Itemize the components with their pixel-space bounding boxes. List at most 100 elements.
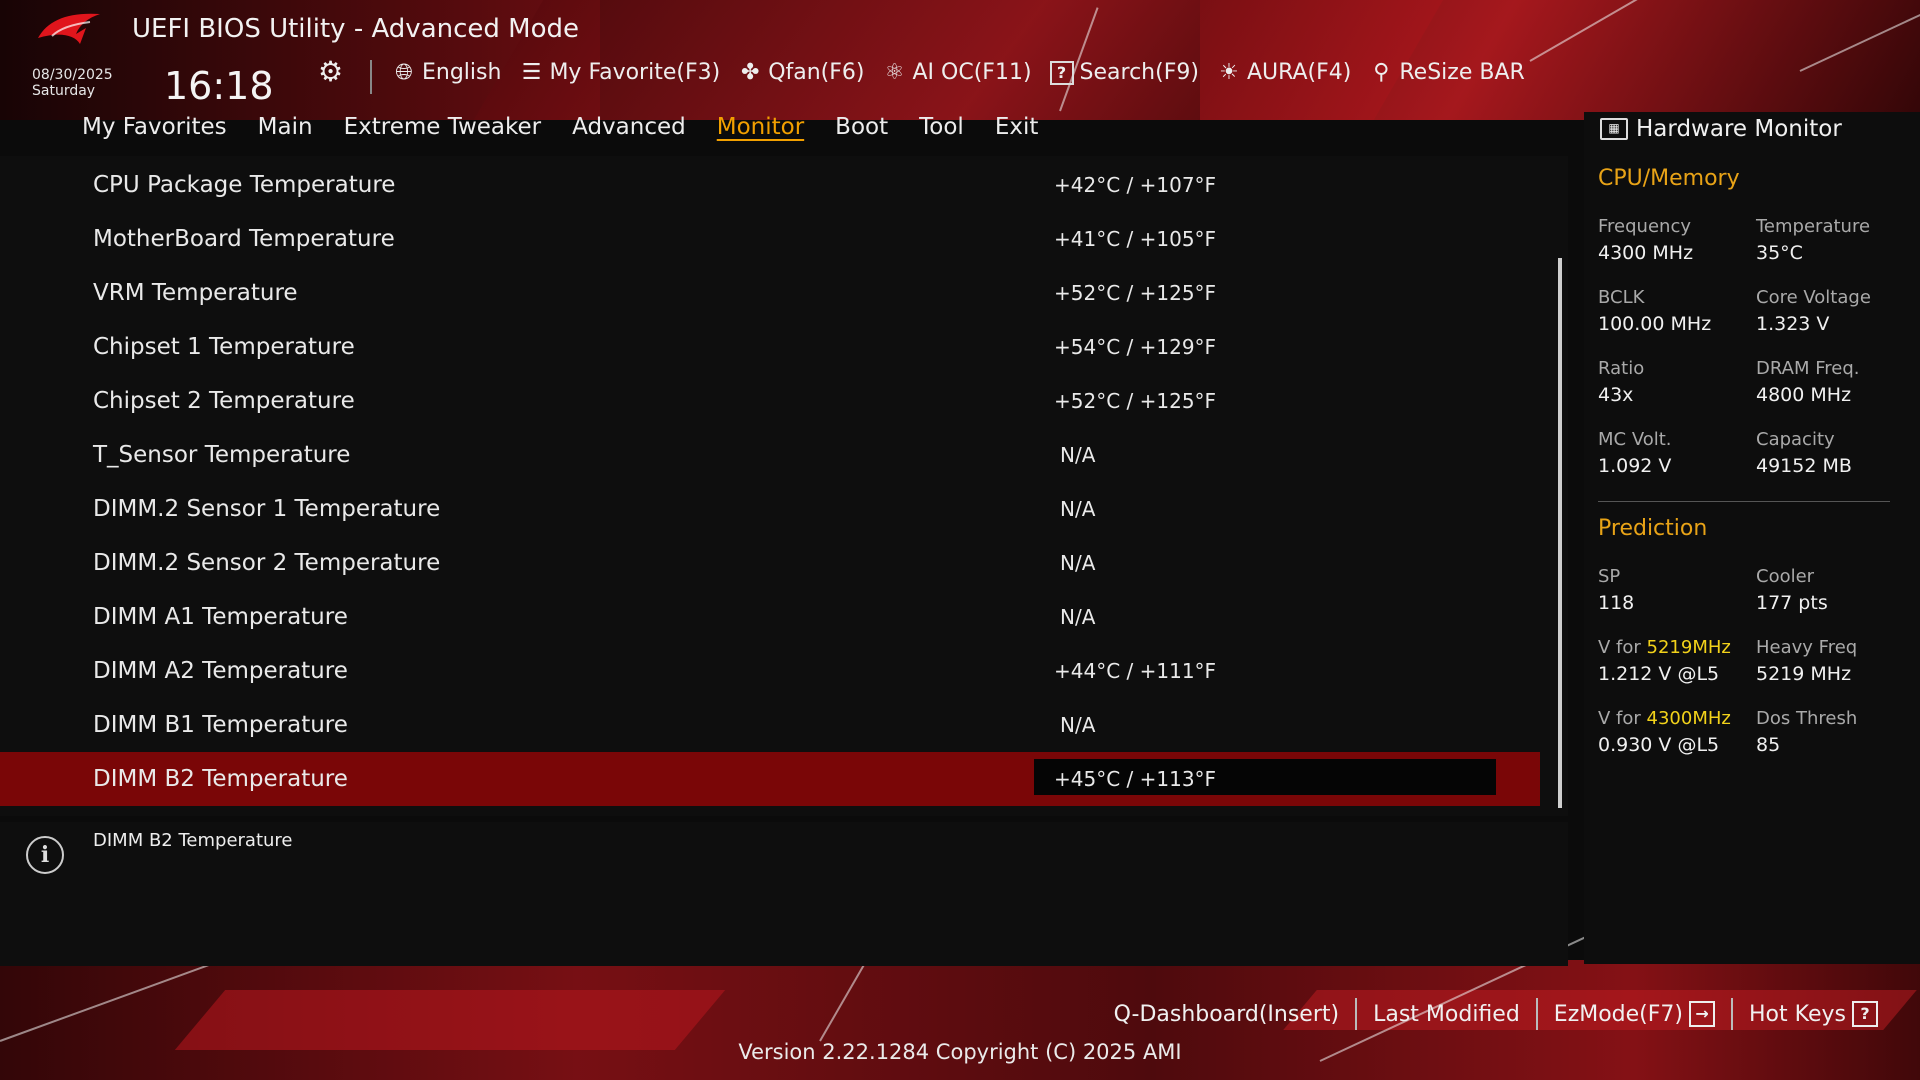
list-item[interactable]: DIMM B1 Temperature N/A — [0, 698, 1540, 752]
item-value: +45°C / +113°F — [1054, 767, 1217, 791]
scrollbar[interactable] — [1558, 258, 1562, 808]
aura-label: AURA(F4) — [1246, 60, 1352, 85]
aura-button[interactable]: ☀ AURA(F4) — [1217, 60, 1351, 85]
v-for-2-value: 0.930 V @L5 — [1598, 734, 1720, 756]
item-label: DIMM B1 Temperature — [93, 712, 348, 738]
tab-advanced[interactable]: Advanced — [572, 114, 686, 140]
version-text: Version 2.22.1284 Copyright (C) 2025 AMI — [738, 1040, 1182, 1064]
fan-icon: ✤ — [740, 59, 760, 85]
list-item-selected[interactable]: DIMM B2 Temperature +45°C / +113°F — [0, 752, 1540, 806]
dram-freq-label: DRAM Freq. — [1756, 358, 1860, 379]
help-text: DIMM B2 Temperature — [93, 830, 293, 851]
prediction-heading: Prediction — [1598, 516, 1708, 541]
main-tabs: My Favorites Main Extreme Tweaker Advanc… — [82, 114, 1038, 140]
tab-monitor[interactable]: Monitor — [717, 114, 804, 140]
v-for-1-label: V for 5219MHz — [1598, 637, 1731, 658]
info-icon: i — [26, 836, 64, 874]
list-item[interactable]: Chipset 1 Temperature +54°C / +129°F — [0, 320, 1540, 374]
globe-icon: 🌐︎ — [395, 59, 413, 85]
item-label: DIMM B2 Temperature — [93, 766, 348, 792]
v-for-2-label: V for 4300MHz — [1598, 708, 1731, 729]
dos-thresh-label: Dos Thresh — [1756, 708, 1858, 729]
clock: 16:18 — [164, 64, 274, 108]
cooler-value: 177 pts — [1756, 592, 1828, 614]
list-item[interactable]: DIMM.2 Sensor 1 Temperature N/A — [0, 482, 1540, 536]
language-button[interactable]: 🌐︎ English — [392, 60, 501, 85]
ratio-label: Ratio — [1598, 358, 1645, 379]
item-value: +54°C / +129°F — [1054, 335, 1217, 359]
capacity-value: 49152 MB — [1756, 455, 1852, 477]
q-dashboard-button[interactable]: Q-Dashboard(Insert) — [1098, 1002, 1356, 1027]
page-title: UEFI BIOS Utility - Advanced Mode — [132, 14, 580, 44]
hardware-monitor-title: ▦ Hardware Monitor — [1600, 116, 1842, 142]
aura-icon: ☀ — [1219, 59, 1239, 85]
mc-volt-label: MC Volt. — [1598, 429, 1672, 450]
my-favorite-button[interactable]: ☰ My Favorite(F3) — [519, 59, 721, 85]
dram-freq-value: 4800 MHz — [1756, 384, 1852, 406]
hw-divider — [1598, 501, 1890, 502]
list-item[interactable]: DIMM A2 Temperature +44°C / +111°F — [0, 644, 1540, 698]
ai-oc-icon: ⚛ — [884, 59, 905, 85]
item-value: N/A — [1060, 497, 1096, 521]
v-for-prefix: V for — [1598, 708, 1647, 729]
ratio-value: 43x — [1598, 384, 1634, 406]
core-voltage-label: Core Voltage — [1756, 287, 1871, 308]
item-value: N/A — [1060, 443, 1096, 467]
qfan-button[interactable]: ✤ Qfan(F6) — [738, 59, 865, 85]
v-for-2-freq: 4300MHz — [1646, 708, 1731, 729]
list-item[interactable]: Chipset 2 Temperature +52°C / +125°F — [0, 374, 1540, 428]
item-label: DIMM A2 Temperature — [93, 658, 348, 684]
search-help-icon: ? — [1049, 60, 1074, 85]
item-value: +42°C / +107°F — [1054, 173, 1217, 197]
tab-my-favorites[interactable]: My Favorites — [82, 114, 227, 140]
temperature-label: Temperature — [1756, 216, 1871, 237]
ai-oc-button[interactable]: ⚛ AI OC(F11) — [883, 60, 1032, 85]
item-value: +44°C / +111°F — [1054, 659, 1217, 683]
last-modified-button[interactable]: Last Modified — [1357, 1002, 1536, 1027]
tab-extreme-tweaker[interactable]: Extreme Tweaker — [344, 114, 542, 140]
help-icon: ? — [1852, 1001, 1878, 1027]
v-for-1-value: 1.212 V @L5 — [1598, 663, 1720, 685]
list-item[interactable]: DIMM.2 Sensor 2 Temperature N/A — [0, 536, 1540, 590]
toolbar: 🌐︎ English ☰ My Favorite(F3) ✤ Qfan(F6) … — [392, 60, 1525, 85]
list-item[interactable]: VRM Temperature +52°C / +125°F — [0, 266, 1540, 320]
tab-exit[interactable]: Exit — [995, 114, 1039, 140]
core-voltage-value: 1.323 V — [1756, 313, 1830, 335]
item-label: Chipset 1 Temperature — [93, 334, 355, 360]
footer-bar: Q-Dashboard(Insert) Last Modified EzMode… — [1098, 998, 1894, 1030]
bclk-value: 100.00 MHz — [1598, 313, 1712, 335]
temperature-value: 35°C — [1756, 242, 1803, 264]
tab-boot[interactable]: Boot — [835, 114, 888, 140]
hardware-monitor-label: Hardware Monitor — [1636, 116, 1842, 142]
dos-thresh-value: 85 — [1756, 734, 1781, 756]
ezmode-button[interactable]: EzMode(F7) → — [1538, 1001, 1731, 1027]
list-item[interactable]: CPU Package Temperature +42°C / +107°F — [0, 158, 1540, 212]
hot-keys-button[interactable]: Hot Keys ? — [1733, 1001, 1894, 1027]
date-text: 08/30/2025 — [32, 67, 113, 83]
day-text: Saturday — [32, 83, 96, 99]
capacity-label: Capacity — [1756, 429, 1835, 450]
cooler-label: Cooler — [1756, 566, 1815, 587]
search-button[interactable]: ? Search(F9) — [1049, 60, 1199, 85]
item-value: N/A — [1060, 551, 1096, 575]
list-item[interactable]: MotherBoard Temperature +41°C / +105°F — [0, 212, 1540, 266]
resize-bar-button[interactable]: ⚲ ReSize BAR — [1369, 60, 1524, 85]
resize-bar-icon: ⚲ — [1373, 59, 1390, 85]
resize-bar-label: ReSize BAR — [1399, 60, 1525, 85]
favorite-list-icon: ☰ — [521, 59, 542, 85]
search-label: Search(F9) — [1079, 60, 1199, 85]
item-label: DIMM.2 Sensor 2 Temperature — [93, 550, 441, 576]
item-label: MotherBoard Temperature — [93, 226, 395, 252]
item-label: Chipset 2 Temperature — [93, 388, 355, 414]
temperature-list: CPU Package Temperature +42°C / +107°F M… — [0, 158, 1540, 806]
gear-icon[interactable]: ⚙ — [318, 58, 346, 86]
item-label: DIMM A1 Temperature — [93, 604, 348, 630]
tab-tool[interactable]: Tool — [919, 114, 964, 140]
list-item[interactable]: DIMM A1 Temperature N/A — [0, 590, 1540, 644]
ezmode-label: EzMode(F7) — [1553, 1001, 1684, 1027]
list-item[interactable]: T_Sensor Temperature N/A — [0, 428, 1540, 482]
mc-volt-value: 1.092 V — [1598, 455, 1672, 477]
v-for-1-freq: 5219MHz — [1646, 637, 1731, 658]
tab-main[interactable]: Main — [258, 114, 313, 140]
item-label: VRM Temperature — [93, 280, 298, 306]
